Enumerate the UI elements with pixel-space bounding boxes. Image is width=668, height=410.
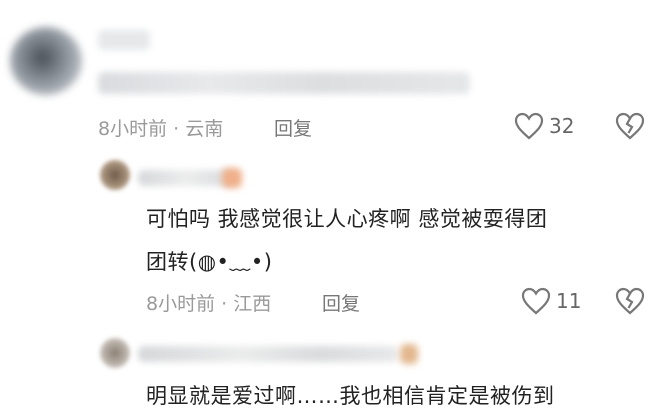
badge-blurred (222, 168, 242, 188)
badge-blurred (400, 344, 418, 364)
reply-button[interactable]: 回复 (274, 114, 312, 141)
comment-meta: 8小时前 · 江西 (146, 293, 272, 315)
comment-text-line: 明显就是爱过啊……我也相信肯定是被伤到 (146, 384, 555, 408)
username-blurred[interactable] (98, 30, 150, 50)
avatar[interactable] (10, 27, 82, 95)
dislike-icon[interactable] (615, 112, 645, 140)
username-blurred[interactable] (138, 346, 398, 362)
comment-text-line: 团转(◍•﹏•) (146, 250, 273, 274)
like-count: 11 (556, 289, 582, 313)
comment-text-blurred (98, 72, 470, 94)
heart-icon[interactable] (521, 287, 551, 315)
comment-meta: 8小时前 · 云南 (98, 118, 224, 140)
like-count: 32 (549, 114, 575, 138)
avatar[interactable] (100, 338, 130, 368)
dislike-icon[interactable] (615, 287, 645, 315)
avatar[interactable] (100, 160, 130, 190)
heart-icon[interactable] (514, 112, 544, 140)
comment-text-line: 可怕吗 我感觉很让人心疼啊 感觉被耍得团 (146, 207, 548, 231)
reply-button[interactable]: 回复 (322, 289, 360, 316)
username-blurred[interactable] (138, 170, 234, 186)
